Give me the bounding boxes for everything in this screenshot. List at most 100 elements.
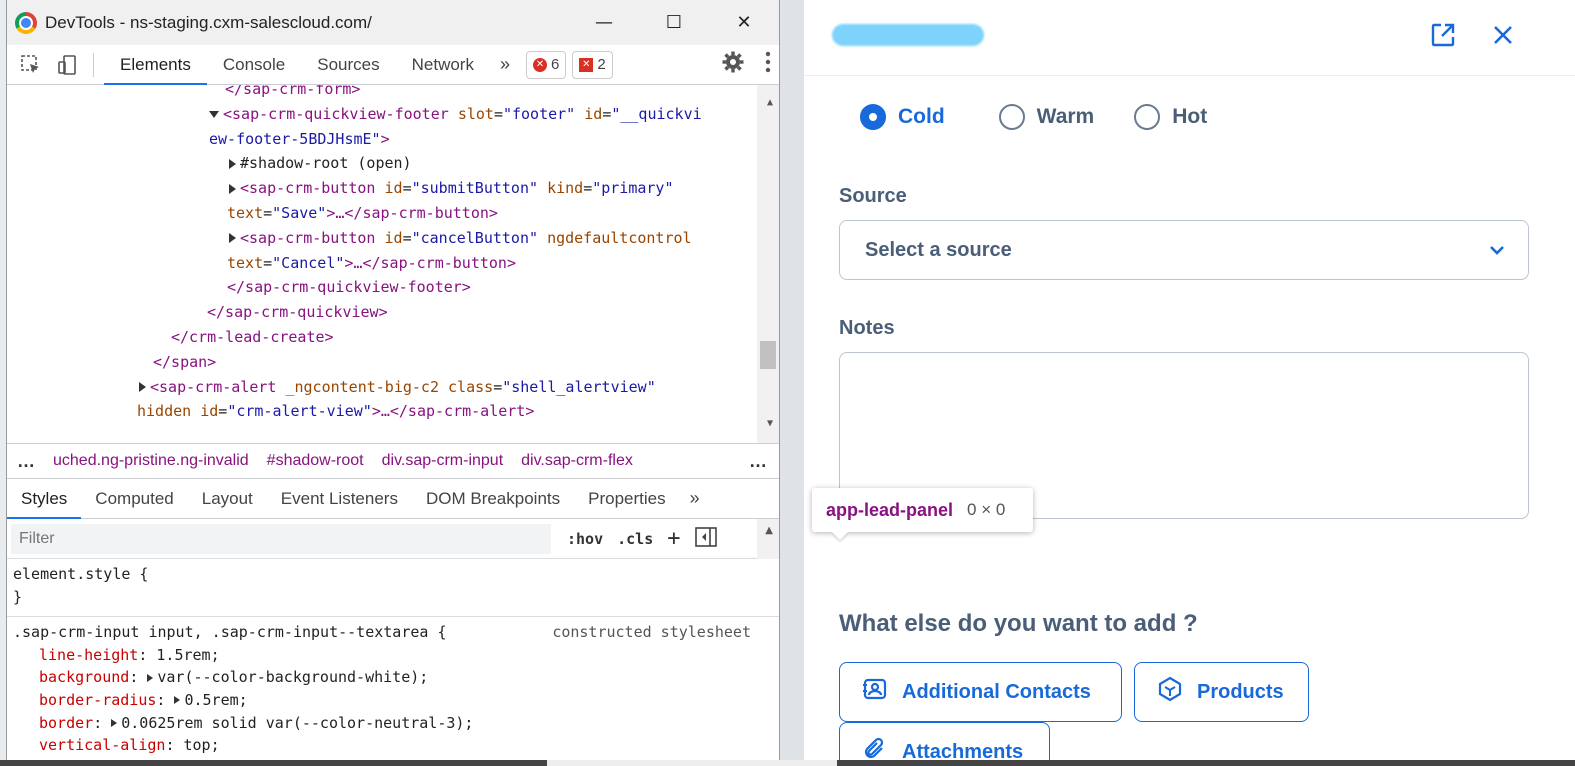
tooltip-element-size: 0 × 0 [967,500,1006,519]
styles-filter-input[interactable] [11,523,551,554]
breadcrumb-more-right[interactable]: … [749,451,767,472]
css-declaration[interactable]: border-radius: 0.5rem; [13,689,779,712]
dom-node[interactable]: </span> [7,350,757,375]
dom-node[interactable]: </sap-crm-quickview> [7,300,757,325]
tab-elements[interactable]: Elements [104,45,207,85]
dom-node[interactable]: <sap-crm-quickview-footer slot="footer" … [7,102,757,127]
tab-properties[interactable]: Properties [574,479,679,519]
expand-triangle-icon[interactable] [229,158,236,169]
styles-scrollbar[interactable]: ▲ [757,519,779,559]
close-window-button[interactable]: ✕ [709,0,779,45]
scroll-up-arrow-icon[interactable]: ▲ [767,91,773,116]
issues-badge[interactable]: ✕ 2 [572,50,613,79]
tab-dom-breakpoints[interactable]: DOM Breakpoints [412,479,574,519]
breadcrumb-item[interactable]: uched.ng-pristine.ng-invalid [53,452,249,470]
source-select[interactable]: Select a source [839,220,1529,280]
dom-node[interactable]: #shadow-root (open) [7,151,757,176]
expand-triangle-icon[interactable] [139,382,146,393]
dom-node[interactable]: </sap-crm-quickview-footer> [7,275,757,300]
css-declaration[interactable]: background: var(--color-background-white… [13,666,779,689]
new-rule-plus-icon[interactable]: + [667,526,680,551]
tab-styles[interactable]: Styles [7,479,82,519]
filter-tools: :hov .cls + [567,526,717,551]
tab-layout[interactable]: Layout [188,479,267,519]
breadcrumb-more-left[interactable]: … [17,451,35,472]
additional-contacts-button[interactable]: Additional Contacts [839,662,1122,722]
tab-network[interactable]: Network [396,45,490,85]
errors-count: 6 [551,56,560,73]
hover-state-toggle[interactable]: :hov [567,530,603,548]
element-style-selector[interactable]: element.style { [13,563,779,586]
window-title: DevTools - ns-staging.cxm-salescloud.com… [45,12,372,32]
expand-triangle-icon[interactable] [111,719,118,728]
device-toolbar-icon[interactable] [51,49,83,81]
css-prop-name: border-radius [39,690,157,709]
css-prop-value: top; [183,736,220,755]
qualification-radio-group: Cold Warm Hot [860,104,1207,130]
elements-scrollbar[interactable]: ▲ ▼ [757,85,779,443]
maximize-button[interactable]: ☐ [639,0,709,45]
css-declaration[interactable]: border: 0.0625rem solid var(--color-neut… [13,712,779,735]
dom-node[interactable]: </sap-crm-form> [7,85,757,102]
breadcrumb-item[interactable]: div.sap-crm-input [382,452,504,470]
open-external-icon[interactable] [1428,20,1458,50]
class-toggle[interactable]: .cls [617,530,653,548]
close-panel-icon[interactable] [1488,20,1518,50]
expand-triangle-icon[interactable] [174,696,181,705]
node-tag: </sap-crm-quickview-footer> [227,278,471,297]
breadcrumb-item[interactable]: div.sap-crm-flex [521,452,633,470]
collapse-triangle-icon[interactable] [209,110,219,118]
minimize-button[interactable]: — [569,0,639,45]
rule-selector[interactable]: .sap-crm-input input, .sap-crm-input--te… [13,623,446,641]
css-declaration[interactable]: vertical-align: top; [13,734,779,757]
product-box-icon [1157,676,1183,708]
attr-name: hidden [137,402,192,421]
toggle-sidebar-icon[interactable] [694,526,717,551]
node-tag: </span> [153,352,217,371]
radio-cold[interactable]: Cold [860,104,945,130]
attr-name: class [448,377,494,396]
node-tag: <sap-crm-button [240,179,376,198]
tab-console[interactable]: Console [207,45,301,85]
scroll-up-arrow-icon[interactable]: ▲ [765,525,773,536]
radio-unchecked-icon [1134,104,1161,130]
rule-close-brace: } [13,587,23,606]
source-select-value: Select a source [865,238,1012,261]
tab-computed[interactable]: Computed [81,479,187,519]
attr-name: kind [547,179,584,198]
radio-label: Cold [898,105,945,128]
dom-node[interactable]: </crm-lead-create> [7,325,757,350]
expand-triangle-icon[interactable] [229,183,236,194]
tab-event-listeners[interactable]: Event Listeners [267,479,412,519]
rule-source-link[interactable]: constructed stylesheet [552,621,751,644]
more-tabs-chevron-icon[interactable]: » [680,488,710,509]
settings-gear-icon[interactable] [721,50,745,80]
dom-node[interactable]: <sap-crm-button id="submitButton" kind="… [7,176,757,201]
products-button[interactable]: Products [1134,662,1309,722]
scrollbar-thumb[interactable] [760,341,776,369]
breadcrumb-item[interactable]: #shadow-root [267,452,364,470]
expand-triangle-icon[interactable] [147,673,154,682]
css-declaration[interactable]: line-height: 1.5rem; [13,644,779,667]
expand-triangle-icon[interactable] [229,233,236,244]
dom-node[interactable]: <sap-crm-button id="cancelButton" ngdefa… [7,226,757,251]
button-label: Products [1197,680,1284,703]
tab-sources[interactable]: Sources [301,45,395,85]
errors-badge[interactable]: ✕ 6 [526,50,567,79]
scroll-down-arrow-icon[interactable]: ▼ [767,412,773,437]
css-prop-value: 0.5rem; [184,690,248,709]
more-options-kebab-icon[interactable] [765,51,771,79]
radio-hot[interactable]: Hot [1134,104,1207,130]
attr-value: "shell_alertview" [502,377,656,396]
attr-value: "footer" [502,104,576,123]
dom-node[interactable]: <sap-crm-alert _ngcontent-big-c2 class="… [7,375,757,400]
attr-name: slot [457,104,494,123]
attr-value: "crm-alert-view" [227,402,372,421]
more-tabs-chevron-icon[interactable]: » [490,54,520,75]
dom-node-wrap: text="Cancel">…</sap-crm-button> [227,253,516,272]
radio-warm[interactable]: Warm [998,104,1094,130]
inspect-element-icon[interactable] [15,49,47,81]
attr-name: id [584,104,603,123]
node-tag: <sap-crm-alert [150,377,277,396]
attr-value: "__quickvi [611,104,702,123]
